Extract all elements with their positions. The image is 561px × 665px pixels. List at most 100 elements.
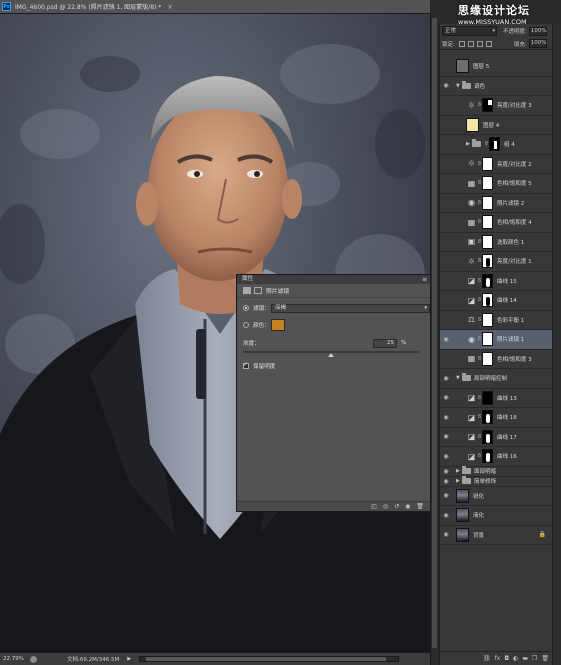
layer-mask-thumbnail[interactable] [482, 312, 493, 327]
lock-transparency-icon[interactable] [458, 40, 465, 47]
adjustment-curves-icon[interactable]: ◪ [466, 451, 477, 462]
layer-row[interactable]: ◉ ▼ 调色 [440, 77, 552, 96]
layer-row[interactable]: ◉ ◉ 8 照片滤镜 1 [440, 330, 552, 350]
color-swatch[interactable] [271, 319, 285, 331]
layer-name[interactable]: 亮度/对比度 2 [497, 160, 532, 168]
layer-row[interactable]: ◉ ▶ 面部明暗 [440, 466, 552, 477]
layer-name[interactable]: 曲线 13 [497, 394, 517, 402]
layer-name[interactable]: 色相/饱和度 5 [497, 179, 532, 187]
delete-icon[interactable]: 🗑 [416, 503, 424, 510]
layer-row[interactable]: ◉⚖8色彩平衡 1 [440, 311, 552, 330]
layer-mask-thumbnail[interactable] [482, 156, 493, 171]
layer-name[interactable]: 照片滤镜 1 [497, 335, 524, 343]
adjustment-curves-icon[interactable]: ◪ [466, 431, 477, 442]
layer-mask-thumbnail[interactable] [482, 195, 493, 210]
adjustment-curves-icon[interactable]: ◪ [466, 295, 477, 306]
layer-name[interactable]: 调色 [474, 82, 485, 90]
layer-mask-thumbnail[interactable] [482, 254, 493, 269]
layer-name[interactable]: 亮度/对比度 3 [497, 101, 532, 109]
density-slider[interactable] [243, 351, 419, 357]
visibility-eye-icon[interactable]: ◉ [440, 336, 452, 343]
layer-mask-thumbnail[interactable] [482, 449, 493, 464]
layer-mask-thumbnail[interactable] [482, 429, 493, 444]
layer-row[interactable]: ◉ 锐化 [440, 487, 552, 506]
adjustment-huesat-icon[interactable]: ▦ [466, 217, 477, 228]
layer-mask-icon[interactable] [254, 287, 262, 294]
layer-name[interactable]: 色相/饱和度 3 [497, 355, 532, 363]
adjustment-curves-icon[interactable]: ◪ [466, 275, 477, 286]
color-radio[interactable] [243, 322, 249, 328]
lock-pixels-icon[interactable] [467, 40, 474, 47]
layer-row[interactable]: ◉◉8照片滤镜 2 [440, 194, 552, 213]
layer-name[interactable]: 色相/饱和度 4 [497, 218, 532, 226]
mask-icon[interactable]: ◘ [504, 655, 509, 662]
new-layer-icon[interactable]: ❐ [532, 655, 537, 662]
layer-name[interactable]: 曲线 14 [497, 296, 517, 304]
adjustment-huesat-icon[interactable]: ▦ [466, 178, 477, 189]
visibility-eye-icon[interactable]: ◉ [440, 375, 452, 382]
layer-name[interactable]: 曲线 18 [497, 413, 517, 421]
layer-mask-thumbnail[interactable] [482, 332, 493, 347]
visibility-eye-icon[interactable]: ◉ [440, 433, 452, 440]
layer-mask-thumbnail[interactable] [482, 293, 493, 308]
adjustment-selective-icon[interactable]: ▣ [466, 236, 477, 247]
visibility-eye-icon[interactable]: ◉ [440, 453, 452, 460]
layer-name[interactable]: 图层 4 [483, 121, 499, 129]
vertical-scrollbar[interactable] [430, 14, 438, 665]
adjustment-huesat-icon[interactable]: ▦ [466, 353, 477, 364]
visibility-eye-icon[interactable]: ◉ [440, 414, 452, 421]
clip-to-layer-icon[interactable]: ◰ [371, 503, 377, 510]
layer-mask-thumbnail[interactable] [482, 215, 493, 230]
filter-select[interactable]: 深褐 [270, 303, 430, 313]
layer-name[interactable]: 亮度/对比度 1 [497, 257, 532, 265]
layer-thumbnail[interactable] [456, 488, 469, 503]
layer-row[interactable]: ◉☼8亮度/对比度 1 [440, 252, 552, 272]
layer-name[interactable]: 简单修饰 [474, 477, 496, 485]
close-tab-icon[interactable]: × [167, 3, 173, 11]
adjustment-brightness-icon[interactable]: ☼ [466, 158, 477, 169]
layer-row[interactable]: ◉▦8色相/饱和度 4 [440, 213, 552, 233]
layer-row[interactable]: ◉◪8曲线 15 [440, 272, 552, 291]
lock-all-icon[interactable] [485, 40, 492, 47]
layer-row[interactable]: ◉ ◪ 8 曲线 13 [440, 389, 552, 408]
layer-name[interactable]: 面部明暗 [474, 467, 496, 475]
layer-mask-thumbnail[interactable] [489, 137, 500, 152]
adjustment-balance-icon[interactable]: ⚖ [466, 314, 477, 325]
layer-row[interactable]: ◉▣8选取颜色 1 [440, 233, 552, 252]
adjustment-photofilter-icon[interactable]: ◉ [466, 334, 477, 345]
layer-thumbnail[interactable] [456, 508, 469, 523]
density-slider-knob[interactable] [328, 353, 334, 357]
adjustment-brightness-icon[interactable]: ☼ [466, 100, 477, 111]
visibility-eye-icon[interactable]: ◉ [440, 82, 452, 89]
layer-row[interactable]: ◉▶8组 4 [440, 135, 552, 155]
adjustment-brightness-icon[interactable]: ☼ [466, 256, 477, 267]
layer-row[interactable]: ◉ ▼ 局部明暗控制 [440, 369, 552, 389]
layer-name[interactable]: 选取颜色 1 [497, 238, 524, 246]
horizontal-scroll-thumb[interactable] [146, 657, 387, 661]
visibility-eye-icon[interactable]: ◉ [440, 531, 452, 538]
layer-name[interactable]: 组 4 [504, 140, 515, 148]
layer-mask-thumbnail[interactable] [482, 410, 493, 425]
layer-name[interactable]: 液化 [473, 511, 484, 519]
visibility-eye-icon[interactable]: ◉ [440, 468, 452, 475]
density-input[interactable]: 25 [373, 338, 397, 348]
trash-icon[interactable]: 🗑 [541, 655, 549, 662]
layer-mask-thumbnail[interactable] [482, 234, 493, 249]
vertical-scroll-thumb[interactable] [432, 18, 437, 648]
layer-mask-thumbnail[interactable] [482, 351, 493, 366]
folder-icon[interactable]: ▬ [522, 655, 528, 662]
document-tab-title[interactable]: IMG_4600.psd @ 22.8% (照片滤镜 1, 图层蒙版/8) * [15, 2, 161, 11]
visibility-icon[interactable]: ◉ [405, 503, 410, 510]
layer-row[interactable]: ◉☼8亮度/对比度 2 [440, 155, 552, 174]
layer-thumbnail[interactable] [456, 527, 469, 542]
layer-row[interactable]: ◉ 背景 🔒 [440, 526, 552, 545]
layer-row[interactable]: ◉▦8色相/饱和度 5 [440, 174, 552, 194]
layer-name[interactable]: 局部明暗控制 [474, 374, 507, 382]
adjustment-photofilter-icon[interactable]: ◉ [466, 197, 477, 208]
visibility-eye-icon[interactable]: ◉ [440, 512, 452, 519]
layer-name[interactable]: 锐化 [473, 492, 484, 500]
layer-mask-thumbnail[interactable] [482, 390, 493, 405]
layer-row[interactable]: ◉ 液化 [440, 506, 552, 526]
layer-name[interactable]: 色彩平衡 1 [497, 316, 524, 324]
zoom-level[interactable]: 22.79% [0, 656, 26, 662]
